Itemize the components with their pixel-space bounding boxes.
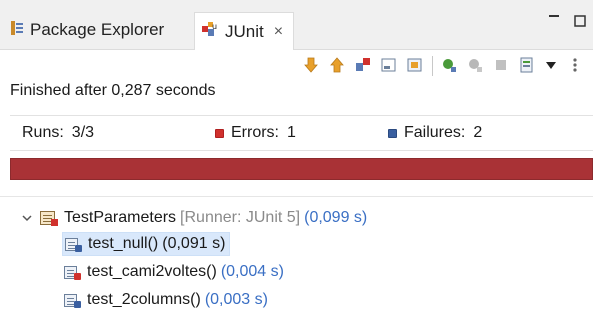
suite-runner: [Runner: JUnit 5]	[180, 209, 301, 226]
errors-counter: Errors: 1	[215, 124, 296, 142]
svg-text:u: u	[212, 22, 217, 31]
test-failure-icon	[65, 236, 82, 252]
history-icon[interactable]	[518, 56, 536, 74]
junit-toolbar	[0, 52, 593, 80]
tree-test-item[interactable]: test_2columns() (0,003 s)	[64, 291, 268, 309]
test-name: test_cami2voltes()	[87, 263, 217, 280]
tree-root-node[interactable]: TestParameters [Runner: JUnit 5] (0,099 …	[22, 209, 367, 227]
test-error-icon	[64, 264, 81, 280]
suite-name: TestParameters	[64, 209, 177, 226]
test-tree: TestParameters [Runner: JUnit 5] (0,099 …	[0, 196, 593, 329]
status-text: Finished after 0,287 seconds	[10, 82, 216, 99]
test-time: (0,004 s)	[220, 263, 284, 280]
errors-value: 1	[287, 124, 296, 141]
chevron-down-icon[interactable]	[22, 211, 32, 226]
counter-panel: Runs: 3/3 Errors: 1 Failures: 2	[10, 115, 593, 151]
package-explorer-icon	[10, 20, 24, 41]
errors-label: Errors:	[231, 124, 279, 141]
more-icon[interactable]	[566, 56, 584, 74]
test-time: (0,091 s)	[162, 235, 226, 252]
test-time: (0,003 s)	[204, 291, 268, 308]
scroll-lock-icon[interactable]	[380, 56, 398, 74]
failures-counter: Failures: 2	[388, 124, 482, 142]
test-failure-icon	[64, 292, 81, 308]
runs-value: 3/3	[71, 124, 95, 141]
progress-bar	[10, 158, 593, 180]
close-icon[interactable]: ×	[274, 23, 283, 41]
tab-package-explorer[interactable]: Package Explorer	[10, 14, 164, 46]
rerun-icon[interactable]	[440, 56, 458, 74]
test-name: test_2columns()	[87, 291, 201, 308]
tab-label: Package Explorer	[30, 20, 165, 39]
minimize-icon[interactable]	[548, 10, 560, 28]
failures-label: Failures:	[404, 124, 466, 141]
test-name: test_null()	[88, 235, 159, 252]
stop-icon[interactable]	[492, 56, 510, 74]
next-failure-icon[interactable]	[302, 56, 320, 74]
error-icon	[215, 128, 224, 138]
junit-icon: u	[201, 20, 219, 43]
tree-test-item[interactable]: test_null() (0,091 s)	[62, 232, 231, 256]
tab-label: JUnit	[225, 21, 264, 41]
toolbar-separator	[432, 56, 433, 76]
tree-test-item[interactable]: test_cami2voltes() (0,004 s)	[64, 263, 284, 281]
failure-icon	[388, 128, 397, 138]
runs-label: Runs:	[22, 124, 64, 141]
rerun-failed-first-icon[interactable]	[466, 56, 484, 74]
maximize-icon[interactable]	[574, 14, 586, 32]
view-tab-bar: Package Explorer u JUnit ×	[0, 0, 593, 50]
view-menu-icon[interactable]	[542, 56, 560, 74]
tab-junit[interactable]: u JUnit ×	[194, 12, 295, 50]
show-failures-only-icon[interactable]	[354, 56, 372, 74]
suite-time: (0,099 s)	[304, 209, 368, 226]
runs-counter: Runs: 3/3	[22, 124, 94, 142]
show-skipped-icon[interactable]	[406, 56, 424, 74]
test-suite-icon	[40, 210, 58, 226]
previous-failure-icon[interactable]	[328, 56, 346, 74]
failures-value: 2	[473, 124, 483, 141]
